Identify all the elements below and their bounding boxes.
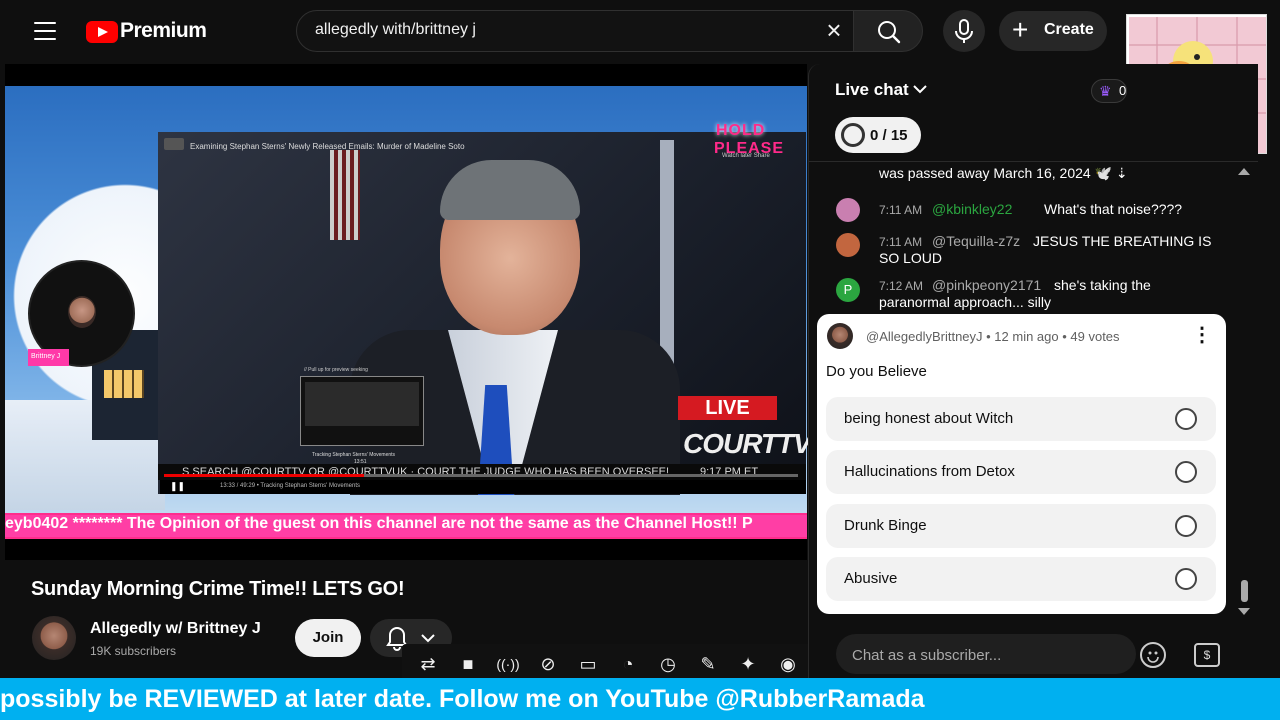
speed-icon[interactable]: ◷ [656,652,680,676]
hold-please-sub: Watch later Share [722,153,770,159]
embedded-controls-text: 13:33 / 49:29 • Tracking Stephan Sterns'… [220,483,360,489]
chat-username[interactable]: @kbinkley22 [932,201,1012,217]
video-title: Sunday Morning Crime Time!! LETS GO! [31,578,405,600]
chevron-down-icon[interactable] [912,80,928,101]
poll-option-label: Drunk Binge [844,517,927,534]
court-tv-logo: COURTTV [683,428,812,459]
poll-meta: @AllegedlyBrittneyJ • 12 min ago • 49 vo… [866,329,1120,344]
poll-radio[interactable] [1175,461,1197,483]
chat-scrollbar[interactable] [1241,580,1248,602]
court-tv-mini-logo [164,138,184,150]
subscriber-count: 19K subscribers [90,644,177,658]
sparkle-icon[interactable]: ✦ [736,652,760,676]
live-chat-title[interactable]: Live chat [835,80,909,100]
youtube-logo-icon[interactable] [86,21,118,43]
embedded-play-icon: ❚❚ [170,481,186,491]
embedded-controls: ❚❚ 13:33 / 49:29 • Tracking Stephan Ster… [160,480,806,494]
crown-icon: ♛ [1099,83,1112,99]
menu-icon[interactable] [34,22,56,40]
seek-preview-thumb [305,382,419,426]
host-face [68,296,96,328]
create-label[interactable]: Create [1044,21,1094,39]
embedded-video-title: Examining Stephan Sterns' Newly Released… [190,142,465,151]
target-icon [841,123,865,147]
brand-label[interactable]: Premium [120,19,207,43]
hold-please-line1: HOLD [716,122,766,139]
search-input[interactable]: allegedly with/brittney j [315,21,476,39]
channel-avatar[interactable] [32,616,76,660]
camera-icon[interactable]: ◉ [776,652,800,676]
chat-avatar[interactable]: P [836,278,860,302]
mask-icon[interactable]: ◔ [616,652,640,676]
chat-avatar[interactable] [836,233,860,257]
poll-option-label: Abusive [844,570,898,587]
page: Premium allegedly with/brittney j × + Cr… [0,0,1280,720]
seek-preview-caption: Tracking Stephan Sterns' Movements [312,452,396,458]
preview-hint: // Pull up for preview seeking [304,367,368,373]
poll-option-label: being honest about Witch [844,410,1014,427]
poll-radio[interactable] [1175,568,1197,590]
poll-radio[interactable] [1175,515,1197,537]
embedded-progress-remaining[interactable] [364,474,798,477]
join-button[interactable]: Join [295,619,361,657]
plus-icon: + [1012,14,1029,45]
chat-avatar[interactable] [836,198,860,222]
host-name-tag: Brittney J [28,349,69,366]
chat-message-text: was passed away March 16, 2024 🕊️ ⇣ [879,165,1128,181]
more-vert-icon[interactable]: ⋮ [1192,325,1212,345]
poll-question: Do you Believe [826,363,927,380]
microphone-icon [955,19,973,43]
chat-timestamp: 7:11 AM [879,203,923,217]
embedded-progress-played[interactable] [164,474,364,477]
clear-search-icon[interactable]: × [822,17,846,44]
camera-off-icon[interactable]: ⊘ [536,652,560,676]
live-badge: LIVE [678,396,777,420]
stop-icon[interactable]: ■ [456,652,480,676]
chat-input-placeholder[interactable]: Chat as a subscriber... [852,647,1001,664]
anchor-hair [440,160,580,220]
channel-name[interactable]: Allegedly w/ Brittney J [90,620,261,638]
chat-message-text: she's taking the paranormal approach... … [879,277,1151,310]
search-icon [878,21,901,44]
super-chat-icon[interactable]: $ [1194,643,1220,667]
chat-message-text: JESUS THE BREATHING IS SO LOUD [879,233,1212,266]
scroll-down-arrow[interactable] [1238,608,1250,615]
poll-option-label: Hallucinations from Detox [844,463,1015,480]
flag-shape [330,150,360,240]
chat-message-text: What's that noise???? [1044,201,1183,217]
poll-radio[interactable] [1175,408,1197,430]
goal-progress: 0 / 15 [870,127,908,144]
effects-icon[interactable]: ✎ [696,652,720,676]
member-count: 0 [1119,83,1127,98]
bottom-ticker-text: possibly be REVIEWED at later date. Foll… [0,685,925,713]
voice-search-button[interactable] [943,10,985,52]
poll-author-avatar [827,323,853,349]
disclaimer-text: eyb0402 ******** The Opinion of the gues… [5,515,753,532]
emoji-icon[interactable] [1140,642,1166,668]
switch-icon[interactable]: ⇄ [416,652,440,676]
scroll-up-arrow[interactable] [1238,168,1250,175]
screen-icon[interactable]: ▭ [576,652,600,676]
chat-divider [808,161,1258,162]
broadcast-icon[interactable]: ((·)) [496,652,520,676]
house-window [104,370,144,398]
search-button[interactable] [853,10,923,52]
